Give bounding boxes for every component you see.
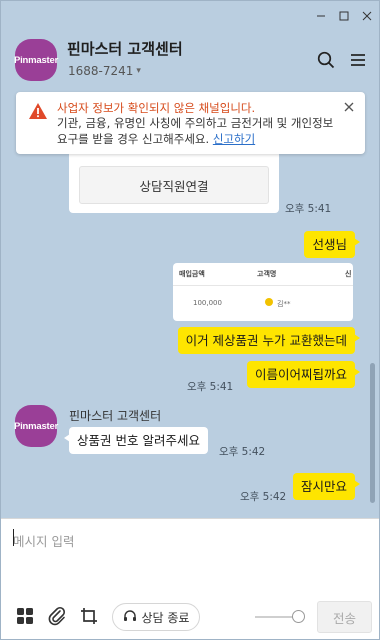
message-input[interactable]: 메시지 입력: [13, 531, 74, 550]
sender-name: 핀마스터 고객센터: [69, 409, 162, 423]
report-link[interactable]: 신고하기: [213, 132, 255, 146]
channel-warning-banner: 사업자 정보가 확인되지 않은 채널입니다. 기관, 금융, 유명인 사칭에 주…: [16, 92, 365, 154]
menu-grid-icon[interactable]: [14, 605, 36, 627]
close-icon[interactable]: [341, 99, 357, 115]
end-consultation-button[interactable]: 상담 종료: [112, 603, 200, 631]
warning-title: 사업자 정보가 확인되지 않은 채널입니다.: [57, 101, 256, 115]
message-time: 오후 5:41: [187, 381, 234, 393]
my-message[interactable]: 선생님: [304, 231, 360, 258]
image-header: 고객명: [257, 270, 277, 278]
received-message[interactable]: 상품권 번호 알려주세요: [64, 427, 208, 454]
image-cell: 100,000: [193, 299, 222, 307]
send-button[interactable]: 전송: [317, 601, 372, 633]
message-list[interactable]: 상담직원연결 오후 5:41 선생님 매입금액 고객명 신 100,000 김*…: [1, 91, 379, 518]
message-time: 오후 5:41: [285, 203, 332, 215]
image-header: 신: [345, 270, 352, 278]
connect-agent-button[interactable]: 상담직원연결: [79, 166, 269, 204]
chevron-down-icon: ▾: [136, 66, 141, 76]
attach-icon[interactable]: [46, 605, 68, 627]
channel-avatar[interactable]: Pinmaster: [14, 39, 58, 81]
headset-icon: [123, 609, 137, 626]
channel-name[interactable]: 핀마스터 고객센터: [67, 38, 183, 59]
image-header: 매입금액: [179, 270, 205, 278]
search-icon[interactable]: [315, 49, 337, 71]
my-message[interactable]: 잠시만요: [292, 473, 361, 500]
sender-avatar[interactable]: Pinmaster: [14, 405, 58, 447]
image-cell: 김**: [277, 300, 291, 308]
crop-icon[interactable]: [78, 605, 100, 627]
coin-icon: [265, 298, 273, 306]
warning-body: 기관, 금융, 유명인 사칭에 주의하고 금전거래 및 개인정보 요구를 받을 …: [57, 116, 347, 147]
phone-number: 1688-7241: [68, 64, 134, 78]
image-message[interactable]: 매입금액 고객명 신 100,000 김**: [173, 263, 353, 321]
image-divider: [173, 285, 353, 286]
message-time: 오후 5:42: [240, 491, 287, 503]
composer: 메시지 입력 상담 종료 전송: [1, 518, 379, 639]
slider-knob[interactable]: [292, 610, 305, 623]
minimize-icon[interactable]: [309, 5, 333, 27]
warning-icon: [28, 102, 48, 124]
maximize-icon[interactable]: [332, 5, 356, 27]
scrollbar[interactable]: [370, 363, 375, 503]
warning-text: 기관, 금융, 유명인 사칭에 주의하고 금전거래 및 개인정보 요구를 받을 …: [57, 116, 334, 146]
my-message[interactable]: 이거 제상품권 누가 교환했는데: [177, 327, 361, 354]
menu-icon[interactable]: [347, 49, 369, 71]
message-time: 오후 5:42: [219, 446, 266, 458]
chat-header: Pinmaster 핀마스터 고객센터 1688-7241 ▾: [1, 31, 379, 91]
title-bar: [1, 1, 379, 31]
end-consultation-label: 상담 종료: [141, 610, 190, 625]
close-icon[interactable]: [355, 5, 379, 27]
my-message[interactable]: 이름이어찌됩까요: [246, 361, 361, 388]
chat-window: Pinmaster 핀마스터 고객센터 1688-7241 ▾ 사업자 정보가 …: [0, 0, 380, 640]
channel-phone[interactable]: 1688-7241 ▾: [68, 64, 141, 78]
